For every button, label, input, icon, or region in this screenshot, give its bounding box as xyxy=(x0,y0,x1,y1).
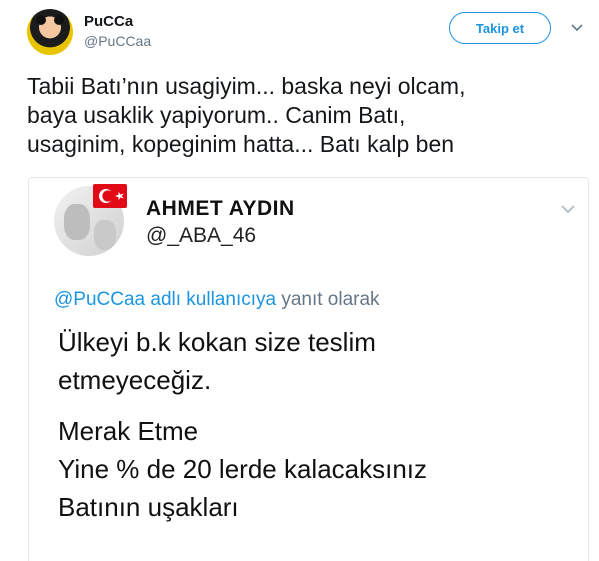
avatar[interactable] xyxy=(27,9,73,55)
avatar-figure xyxy=(94,220,116,250)
chevron-down-icon[interactable] xyxy=(569,21,585,35)
quoted-text: Ülkeyi b.k kokan size teslim etmeyeceğiz… xyxy=(58,323,578,539)
follow-button[interactable]: Takip et xyxy=(449,12,551,44)
reply-mention-link[interactable]: @PuCCaa adlı kullanıcıya xyxy=(54,289,276,310)
author-handle[interactable]: @PuCCaa xyxy=(84,33,151,49)
author-display-name[interactable]: PuCCa xyxy=(84,13,133,30)
avatar-figure xyxy=(64,204,90,240)
quoted-paragraph: Ülkeyi b.k kokan size teslim etmeyeceğiz… xyxy=(58,327,376,395)
reply-context: @PuCCaa adlı kullanıcıya yanıt olarak xyxy=(54,289,380,311)
reply-suffix: yanıt olarak xyxy=(276,289,380,310)
turkish-flag-icon xyxy=(93,184,127,208)
avatar-hair-bun xyxy=(36,15,46,25)
quoted-handle[interactable]: @_ABA_46 xyxy=(146,224,256,248)
quoted-display-name[interactable]: AHMET AYDIN xyxy=(146,197,295,221)
chevron-down-icon[interactable] xyxy=(559,202,577,216)
avatar-hair-bun xyxy=(54,15,64,25)
quoted-paragraph: Merak Etme Yine % de 20 lerde kalacaksın… xyxy=(58,416,428,522)
quoted-tweet[interactable]: AHMET AYDIN @_ABA_46 @PuCCaa adlı kullan… xyxy=(28,177,589,561)
tweet-text: Tabii Batı’nın usagiyim... baska neyi ol… xyxy=(27,73,466,157)
tweet-card: PuCCa @PuCCaa Takip et Tabii Batı’nın us… xyxy=(0,0,599,561)
